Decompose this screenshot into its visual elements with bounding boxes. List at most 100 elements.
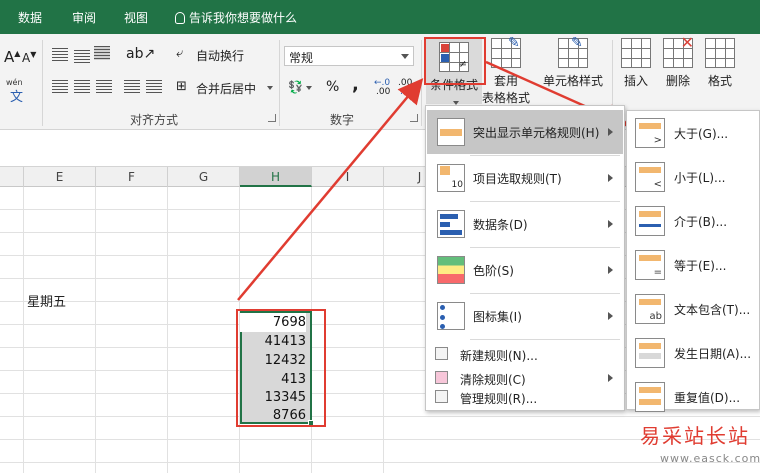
duplicate-values-icon bbox=[635, 382, 665, 412]
less-than-icon: < bbox=[635, 162, 665, 192]
menu-item-manage-rules[interactable]: 管理规则(R)... bbox=[427, 386, 623, 408]
decrease-decimal-label: .0 bbox=[400, 87, 409, 97]
tell-me-text: 告诉我你想要做什么 bbox=[189, 11, 298, 25]
format-cells-button[interactable]: 格式 bbox=[702, 38, 738, 89]
menu-item-top-bottom-rules[interactable]: 10 项目选取规则(T) bbox=[427, 156, 623, 200]
color-scales-icon bbox=[437, 256, 465, 284]
align-right-icon[interactable] bbox=[96, 80, 112, 94]
merge-center-icon: ⊞ bbox=[176, 79, 187, 94]
highlight-rules-icon bbox=[437, 118, 465, 146]
equal-to-icon: = bbox=[635, 250, 665, 280]
increase-decimal-label: .00 bbox=[376, 87, 391, 97]
submenu-item-equal-to[interactable]: = 等于(E)... bbox=[628, 243, 760, 287]
alignment-dialog-launcher-icon[interactable] bbox=[268, 114, 276, 122]
watermark-url: www.easck.com bbox=[660, 452, 760, 465]
ribbon-separator bbox=[279, 40, 280, 126]
align-center-icon[interactable] bbox=[74, 80, 90, 94]
cell-styles-label: 单元格样式 bbox=[542, 74, 603, 88]
increase-indent-icon[interactable] bbox=[146, 80, 162, 94]
align-bottom-icon[interactable] bbox=[94, 46, 110, 60]
tab-review[interactable]: 审阅 bbox=[72, 9, 96, 26]
decrease-indent-icon[interactable] bbox=[124, 80, 140, 94]
chevron-right-icon bbox=[608, 220, 613, 228]
select-all-corner[interactable] bbox=[0, 167, 24, 187]
submenu-item-between[interactable]: 介于(B)... bbox=[628, 199, 760, 243]
menu-item-highlight-rules[interactable]: 突出显示单元格规则(H) bbox=[427, 110, 623, 154]
text-contains-icon: ab bbox=[635, 294, 665, 324]
column-header-g[interactable]: G bbox=[168, 167, 240, 187]
eraser-icon bbox=[435, 371, 448, 384]
wrap-text-label: 自动换行 bbox=[196, 49, 245, 63]
font-grow-icon[interactable]: A▲ bbox=[4, 48, 20, 66]
ribbon-separator bbox=[421, 40, 422, 126]
tell-me-search[interactable]: 告诉我你想要做什么 bbox=[175, 9, 297, 26]
chevron-down-icon bbox=[452, 100, 459, 105]
menu-item-data-bars[interactable]: 数据条(D) bbox=[427, 202, 623, 246]
between-icon bbox=[635, 206, 665, 236]
number-group-label: 数字 bbox=[330, 113, 355, 127]
watermark-text: 易采站长站 bbox=[640, 424, 750, 448]
submenu-item-text-contains[interactable]: ab 文本包含(T)... bbox=[628, 287, 760, 331]
chevron-down-icon[interactable] bbox=[267, 85, 273, 90]
alignment-group-label: 对齐方式 bbox=[130, 113, 179, 127]
percent-style-button[interactable]: % bbox=[326, 79, 339, 95]
submenu-item-less-than[interactable]: < 小于(L)... bbox=[628, 155, 760, 199]
calendar-icon bbox=[635, 338, 665, 368]
top-bottom-rules-icon: 10 bbox=[437, 164, 465, 192]
chevron-right-icon bbox=[608, 374, 613, 382]
number-format-value: 常规 bbox=[289, 51, 314, 65]
cell-e-weekday[interactable]: 星期五 bbox=[27, 291, 66, 310]
column-header-e[interactable]: E bbox=[24, 167, 96, 187]
format-as-table-line1: 套用 bbox=[493, 74, 518, 88]
submenu-item-date-occurring[interactable]: 发生日期(A)... bbox=[628, 331, 760, 375]
format-as-table-icon: ✎ bbox=[491, 35, 521, 68]
tab-data[interactable]: 数据 bbox=[18, 9, 42, 26]
font-shrink-icon[interactable]: A▼ bbox=[22, 50, 36, 65]
phonetic-glyph-icon: 文 bbox=[10, 90, 24, 105]
cell-styles-icon: ✎ bbox=[558, 35, 588, 68]
align-middle-icon[interactable] bbox=[74, 50, 90, 64]
column-header-h[interactable]: H bbox=[240, 167, 312, 187]
merge-center-label: 合并后居中 bbox=[196, 82, 257, 96]
align-top-icon[interactable] bbox=[52, 48, 68, 62]
tab-view[interactable]: 视图 bbox=[124, 9, 148, 26]
delete-cells-button[interactable]: ✕ 删除 bbox=[660, 33, 696, 89]
format-as-table-button[interactable]: ✎ 套用 表格格式 bbox=[480, 35, 532, 106]
menu-item-icon-sets[interactable]: 图标集(I) bbox=[427, 294, 623, 338]
chevron-down-icon bbox=[401, 54, 409, 59]
ribbon-separator bbox=[42, 40, 43, 126]
submenu-item-duplicate-values[interactable]: 重复值(D)... bbox=[628, 375, 760, 419]
insert-cells-button[interactable]: 插入 bbox=[618, 38, 654, 89]
cell-styles-button[interactable]: ✎ 单元格样式 bbox=[540, 35, 606, 89]
format-cells-icon bbox=[705, 38, 735, 68]
orientation-icon[interactable]: ab↗ bbox=[126, 46, 155, 62]
align-left-icon[interactable] bbox=[52, 80, 68, 94]
icon-sets-icon bbox=[437, 302, 465, 330]
submenu-item-greater-than[interactable]: > 大于(G)... bbox=[628, 111, 760, 155]
conditional-formatting-menu: 突出显示单元格规则(H) 10 项目选取规则(T) 数据条(D) 色阶(S) 图… bbox=[425, 105, 625, 411]
column-header-i[interactable]: I bbox=[312, 167, 384, 187]
highlight-rules-submenu: > 大于(G)... < 小于(L)... 介于(B)... = 等于(E)..… bbox=[626, 110, 760, 412]
menu-item-color-scales[interactable]: 色阶(S) bbox=[427, 248, 623, 292]
lightbulb-icon bbox=[175, 11, 185, 24]
wrap-text-icon: ⤶ bbox=[176, 46, 184, 61]
chevron-right-icon bbox=[608, 266, 613, 274]
number-format-select[interactable]: 常规 bbox=[284, 46, 414, 66]
data-bars-icon bbox=[437, 210, 465, 238]
chevron-right-icon bbox=[608, 174, 613, 182]
number-dialog-launcher-icon[interactable] bbox=[410, 114, 418, 122]
column-header-f[interactable]: F bbox=[96, 167, 168, 187]
accounting-format-icon[interactable]: 💱 bbox=[288, 80, 312, 94]
format-cells-label: 格式 bbox=[707, 74, 732, 88]
delete-cells-icon: ✕ bbox=[663, 33, 694, 68]
menu-separator bbox=[470, 339, 620, 340]
ribbon-tab-bar: 数据 审阅 视图 告诉我你想要做什么 bbox=[0, 0, 760, 34]
greater-than-icon: > bbox=[635, 118, 665, 148]
chevron-right-icon bbox=[608, 312, 613, 320]
insert-cells-label: 插入 bbox=[623, 74, 648, 88]
insert-cells-icon bbox=[621, 38, 651, 68]
comma-style-button[interactable]: , bbox=[352, 74, 359, 95]
new-rule-icon bbox=[435, 347, 448, 360]
chevron-right-icon bbox=[608, 128, 613, 136]
menu-item-new-rule[interactable]: 新建规则(N)... bbox=[427, 343, 623, 365]
